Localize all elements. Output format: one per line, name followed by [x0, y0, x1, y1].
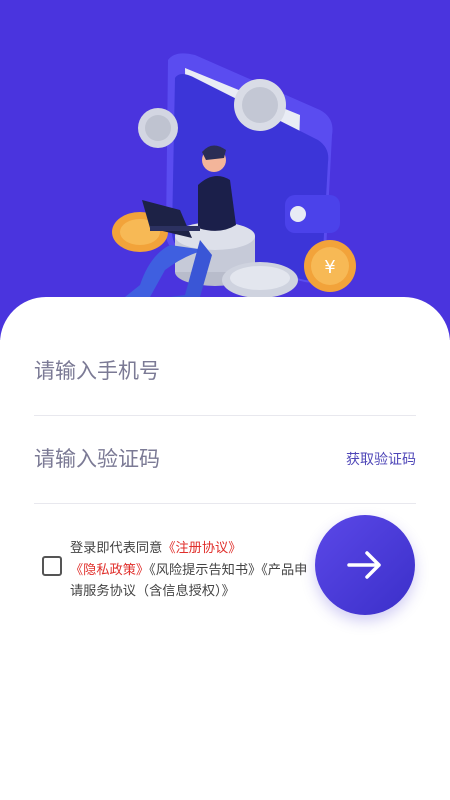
agreement-text: 登录即代表同意《注册协议》《隐私政策》《风险提示告知书》《产品申请服务协议（含信… — [70, 538, 310, 603]
hero-banner: ¥ — [0, 0, 450, 340]
arrow-right-icon — [347, 551, 381, 579]
privacy-policy-link[interactable]: 《隐私政策》 — [70, 563, 149, 578]
risk-notice-link[interactable]: 《风险提示告知书》 — [149, 563, 261, 578]
register-agreement-link[interactable]: 《注册协议》 — [162, 541, 241, 556]
wallet-illustration: ¥ — [112, 53, 356, 298]
phone-input[interactable] — [34, 351, 334, 391]
code-field: 获取验证码 — [34, 415, 416, 504]
svg-text:¥: ¥ — [324, 257, 335, 278]
agreement-checkbox[interactable] — [42, 556, 62, 576]
login-submit-button[interactable] — [315, 515, 415, 615]
get-code-button[interactable]: 获取验证码 — [346, 449, 416, 469]
agreement-prefix: 登录即代表同意 — [70, 541, 163, 556]
code-input[interactable] — [34, 439, 334, 479]
phone-field — [34, 327, 416, 416]
